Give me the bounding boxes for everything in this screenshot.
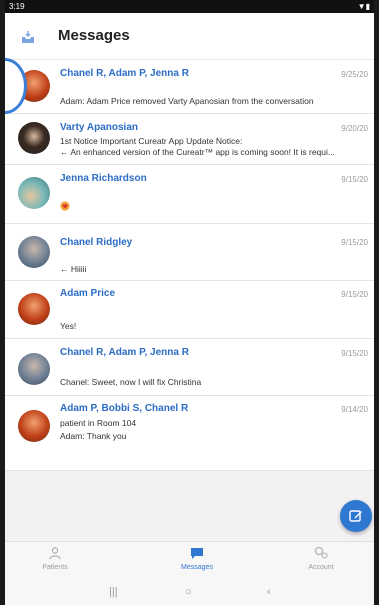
avatar xyxy=(18,293,50,325)
conversation-item[interactable]: Varty Apanosian 9/20/20 1st Notice Impor… xyxy=(5,114,374,165)
conversation-date: 9/15/20 xyxy=(341,290,368,299)
bottom-nav: Patients Messages Account xyxy=(5,541,374,582)
conversation-item[interactable]: Chanel R, Adam P, Jenna R 9/15/20 Chanel… xyxy=(5,339,374,396)
conversation-name: Jenna Richardson xyxy=(60,173,147,184)
conversation-item[interactable]: Adam P, Bobbi S, Chanel R 9/14/20 patien… xyxy=(5,396,374,471)
conversation-preview: Adam: Adam Price removed Varty Apanosian… xyxy=(60,96,314,106)
conversation-date: 9/15/20 xyxy=(341,349,368,358)
conversation-name: Chanel R, Adam P, Jenna R xyxy=(60,347,189,358)
page-title: Messages xyxy=(58,27,130,44)
nav-label: Messages xyxy=(181,564,213,571)
avatar xyxy=(18,410,50,442)
avatar xyxy=(18,122,50,154)
back-icon[interactable]: ‹ xyxy=(267,586,271,598)
nav-messages[interactable]: Messages xyxy=(157,546,237,571)
conversation-preview-line-2: Adam: Thank you xyxy=(60,431,127,441)
conversation-date: 9/25/20 xyxy=(341,70,368,79)
conversation-date: 9/15/20 xyxy=(341,238,368,247)
heart-emoji-icon xyxy=(60,201,70,211)
conversation-item[interactable]: Jenna Richardson 9/15/20 xyxy=(5,165,374,224)
conversation-item[interactable]: Chanel Ridgley 9/15/20 ← Hiiiii xyxy=(5,224,374,281)
conversation-item[interactable]: Chanel R, Adam P, Jenna R 9/25/20 Adam: … xyxy=(5,60,374,114)
conversation-name: Adam P, Bobbi S, Chanel R xyxy=(60,403,189,414)
header: Messages xyxy=(5,13,374,60)
recent-apps-icon[interactable]: ||| xyxy=(109,586,118,598)
nav-account[interactable]: Account xyxy=(281,546,361,571)
system-nav-bar: ||| ○ ‹ xyxy=(5,581,374,605)
conversation-name: Chanel R, Adam P, Jenna R xyxy=(60,68,189,79)
avatar xyxy=(18,236,50,268)
messages-icon xyxy=(191,548,203,559)
nav-label: Patients xyxy=(42,564,68,571)
conversation-name: Adam Price xyxy=(60,288,116,299)
avatar xyxy=(18,353,50,385)
avatar xyxy=(18,177,50,209)
account-icon xyxy=(314,546,328,559)
conversation-preview-line-1: patient in Room 104 xyxy=(60,418,137,428)
conversation-preview-line-2: ← An enhanced version of the Cureatr™ ap… xyxy=(60,147,335,157)
conversation-item[interactable]: Adam Price 9/15/20 Yes! xyxy=(5,281,374,339)
compose-icon xyxy=(349,510,362,522)
inbox-icon[interactable] xyxy=(21,30,35,44)
status-indicators: ▼▮ xyxy=(357,2,370,11)
conversation-name: Varty Apanosian xyxy=(60,122,138,133)
conversation-preview: ← Hiiiii xyxy=(60,264,87,274)
status-bar: 3:19 ▼▮ xyxy=(5,0,374,13)
conversation-date: 9/14/20 xyxy=(341,405,368,414)
conversation-preview: Yes! xyxy=(60,321,77,331)
status-time: 3:19 xyxy=(9,2,25,11)
conversation-date: 9/20/20 xyxy=(341,124,368,133)
nav-label: Account xyxy=(308,564,334,571)
patients-icon xyxy=(49,547,61,560)
app-window: 3:19 ▼▮ Messages Chanel R, Adam P, Jenna… xyxy=(5,0,374,605)
nav-patients[interactable]: Patients xyxy=(15,546,95,571)
compose-button[interactable] xyxy=(340,500,372,532)
conversation-date: 9/15/20 xyxy=(341,175,368,184)
conversation-preview-line-1: 1st Notice Important Cureatr App Update … xyxy=(60,136,243,146)
conversation-name: Chanel Ridgley xyxy=(60,237,133,248)
home-icon[interactable]: ○ xyxy=(185,586,192,598)
conversation-preview: Chanel: Sweet, now I will fix Christina xyxy=(60,377,202,387)
list-empty-area xyxy=(5,471,374,541)
